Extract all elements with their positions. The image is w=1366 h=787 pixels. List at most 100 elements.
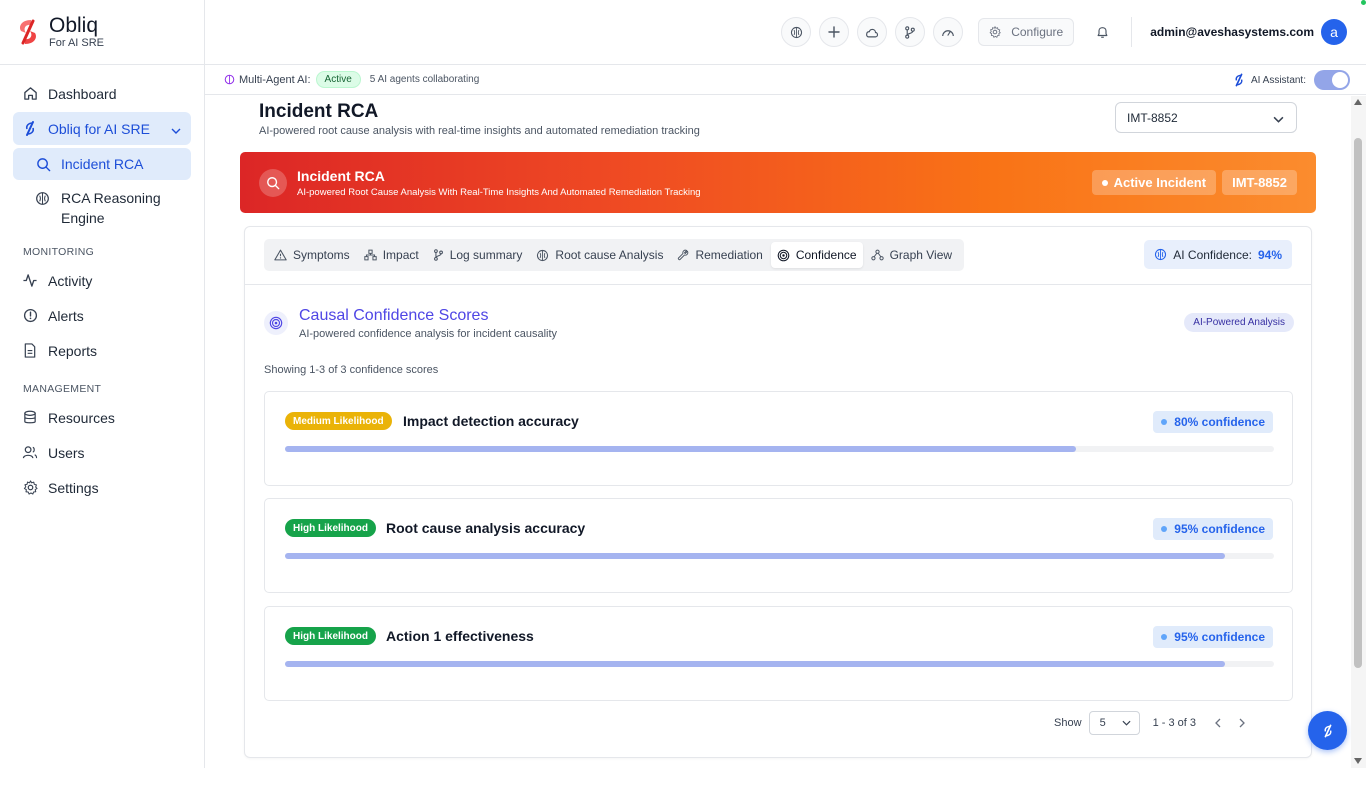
tab-remediation[interactable]: Remediation: [671, 242, 768, 268]
sidebar-item-settings[interactable]: Settings: [13, 471, 191, 504]
obliq-logo-icon: [1235, 73, 1243, 87]
score-name: Action 1 effectiveness: [386, 628, 534, 644]
tab-label: Graph View: [889, 248, 953, 262]
chevron-down-icon: [1122, 720, 1131, 726]
sidebar-item-label: Users: [48, 444, 85, 461]
tab-confidence[interactable]: Confidence: [770, 242, 863, 268]
incident-select[interactable]: IMT-8852: [1115, 102, 1297, 133]
ai-assistant-toggle[interactable]: [1314, 70, 1350, 90]
sidebar-nav: Dashboard Obliq for AI SRE Incident RCA …: [0, 65, 204, 504]
active-incident-label: Active Incident: [1113, 175, 1207, 190]
database-icon: [22, 410, 38, 426]
scroll-up-arrow[interactable]: [1354, 99, 1362, 105]
alert-icon: [22, 308, 38, 324]
sidebar-item-resources[interactable]: Resources: [13, 401, 191, 434]
graph-icon: [870, 249, 884, 261]
confidence-dot: [1161, 634, 1168, 640]
tab-impact[interactable]: Impact: [358, 242, 425, 268]
tab-list: Symptoms Impact Log summary Root cause A…: [264, 239, 965, 271]
activity-icon: [22, 273, 38, 289]
sidebar-item-rca-reasoning-engine[interactable]: RCA Reasoning Engine: [13, 180, 191, 230]
configure-button[interactable]: Configure: [978, 18, 1075, 46]
score-card: High Likelihood Root cause analysis accu…: [264, 498, 1293, 593]
page-header: Incident RCA AI-powered root cause analy…: [259, 101, 700, 137]
ai-confidence-label: AI Confidence:: [1173, 247, 1252, 262]
obliq-logo-icon: [1324, 724, 1331, 737]
next-page-button[interactable]: [1239, 718, 1246, 728]
confidence-badge: 95% confidence: [1153, 518, 1273, 540]
avatar[interactable]: a: [1321, 19, 1347, 45]
brand-subtitle: For AI SRE: [49, 36, 105, 49]
ai-assistant-fab[interactable]: [1308, 711, 1347, 750]
sidebar-item-obliq-for-ai-sre[interactable]: Obliq for AI SRE: [13, 112, 191, 145]
score-card: High Likelihood Action 1 effectiveness 9…: [264, 606, 1293, 701]
divider: [1131, 17, 1133, 47]
scrollbar[interactable]: [1351, 96, 1366, 768]
section-title-management: MANAGEMENT: [23, 383, 102, 395]
page-size-select[interactable]: 5: [1088, 711, 1140, 735]
multi-agent-label: Multi-Agent AI:: [239, 73, 311, 86]
obliq-logo-icon: [22, 121, 38, 137]
plus-icon[interactable]: [819, 17, 850, 47]
page-title: Incident RCA: [259, 101, 379, 122]
git-branch-icon[interactable]: [895, 17, 926, 47]
confidence-bar-fill: [285, 553, 1225, 559]
active-incident-tag: Active Incident: [1091, 170, 1217, 195]
tab-root-cause-analysis[interactable]: Root cause Analysis: [530, 242, 669, 268]
cloud-icon[interactable]: [857, 17, 888, 47]
tab-label: Confidence: [795, 248, 857, 262]
score-card: Medium Likelihood Impact detection accur…: [264, 391, 1293, 486]
gear-icon: [989, 26, 1002, 38]
tab-label: Log summary: [449, 248, 523, 262]
incident-select-value: IMT-8852: [1127, 110, 1178, 125]
sidebar-item-label: Resources: [48, 409, 115, 426]
chevron-down-icon: [1273, 112, 1284, 126]
warning-icon: [274, 249, 287, 261]
ai-powered-badge: AI-Powered Analysis: [1184, 313, 1294, 332]
sidebar-item-label: Incident RCA: [61, 156, 144, 172]
obliq-logo-icon: [20, 19, 36, 45]
sidebar-item-dashboard[interactable]: Dashboard: [13, 77, 191, 110]
scrollbar-thumb[interactable]: [1354, 138, 1362, 668]
gauge-icon[interactable]: [933, 17, 964, 47]
sidebar-item-users[interactable]: Users: [13, 436, 191, 469]
prev-page-button[interactable]: [1214, 718, 1221, 728]
incident-banner: Incident RCA AI-powered Root Cause Analy…: [240, 152, 1316, 213]
brand[interactable]: Obliq For AI SRE: [0, 0, 204, 65]
sidebar-item-label: Obliq for AI SRE: [48, 120, 150, 137]
confidence-label: 95% confidence: [1174, 630, 1265, 644]
section-title-monitoring: MONITORING: [23, 246, 95, 258]
tab-graph-view[interactable]: Graph View: [865, 242, 958, 268]
banner-title: Incident RCA: [297, 167, 385, 184]
target-icon: [264, 311, 288, 335]
gear-icon: [22, 480, 38, 496]
ai-confidence-value: 94%: [1257, 247, 1282, 262]
multi-agent-bar: Multi-Agent AI: Active 5 AI agents colla…: [205, 65, 1366, 95]
chevron-left-icon: [1215, 718, 1221, 728]
tab-label: Symptoms: [293, 248, 350, 262]
user-email[interactable]: admin@aveshasystems.com: [1150, 25, 1314, 39]
home-icon: [22, 86, 38, 102]
brain-icon: [537, 249, 549, 261]
bell-icon[interactable]: [1096, 25, 1109, 39]
tab-log-summary[interactable]: Log summary: [427, 242, 529, 268]
confidence-bar: [285, 661, 1274, 667]
wrench-icon: [678, 249, 689, 261]
sidebar-item-alerts[interactable]: Alerts: [13, 299, 191, 332]
sidebar-item-incident-rca[interactable]: Incident RCA: [13, 148, 191, 180]
confidence-badge: 80% confidence: [1153, 411, 1273, 433]
tab-symptoms[interactable]: Symptoms: [268, 242, 356, 268]
section-header: Causal Confidence Scores AI-powered conf…: [264, 307, 1294, 347]
sidebar-item-activity[interactable]: Activity: [13, 264, 191, 297]
scroll-down-arrow[interactable]: [1354, 758, 1362, 764]
sidebar-item-reports[interactable]: Reports: [13, 334, 191, 367]
brain-icon: [1155, 248, 1167, 261]
confidence-card: Symptoms Impact Log summary Root cause A…: [244, 226, 1312, 758]
search-icon: [259, 168, 287, 197]
report-icon: [22, 343, 38, 359]
confidence-bar-fill: [285, 661, 1225, 667]
brain-icon[interactable]: [781, 17, 812, 47]
page-size-value: 5: [1099, 717, 1106, 729]
confidence-dot: [1161, 419, 1168, 425]
page-subtitle: AI-powered root cause analysis with real…: [259, 125, 700, 137]
